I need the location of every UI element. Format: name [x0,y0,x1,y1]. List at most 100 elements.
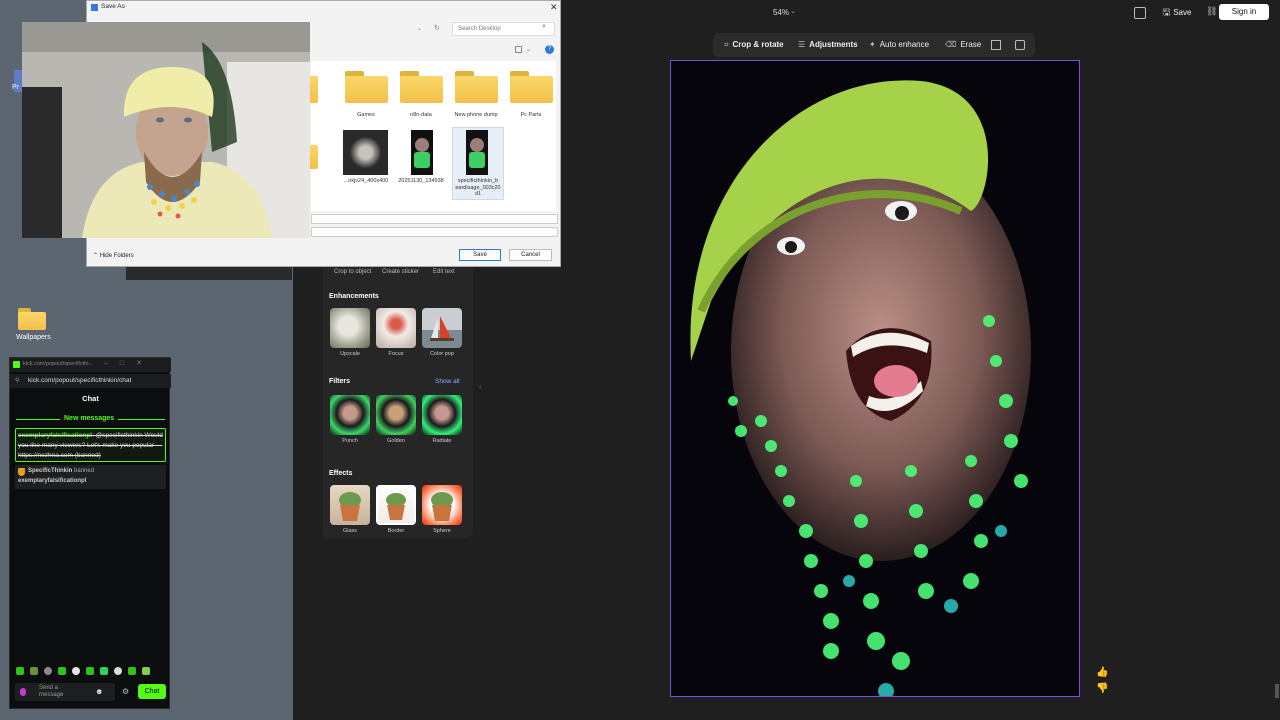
close-icon[interactable]: ✕ [550,2,558,13]
emote-icon[interactable] [114,667,122,675]
crop-to-object-label[interactable]: Crop to object [334,269,371,275]
thumbs-up-icon[interactable]: 👍 [1096,667,1108,678]
chevron-left-icon[interactable]: ‹ [479,382,482,391]
chevron-down-icon[interactable]: ⌄ [790,7,796,15]
focus-label: Focus [388,351,404,357]
file-item-label[interactable]: 20251130_134938 [393,178,449,185]
effect-border-thumb[interactable] [376,485,416,525]
chat-header: Chat [82,394,99,403]
emote-icon[interactable] [44,667,52,675]
folder-icon[interactable] [400,71,443,103]
window-controls[interactable]: –□✕ [104,359,154,367]
chat-window-title: kick.com/popout/specificthi... [23,361,94,367]
zoom-level[interactable]: 54% [773,8,789,17]
emote-icon[interactable] [30,667,38,675]
background-tool-icon[interactable] [991,40,1001,50]
chat-message[interactable]: exemplaryfalsificationpl: @specificthink… [18,431,164,461]
plant-image [386,493,406,520]
crop-rotate-tool[interactable]: ⌗ Crop & rotate [724,33,784,57]
save-button[interactable]: 🖫 Save [1157,4,1197,21]
file-item-label[interactable]: ...nkjv24_400x400 [338,178,394,185]
enhancements-title: Enhancements [329,293,379,300]
emote-icon[interactable] [86,667,94,675]
microphone-icon[interactable] [20,688,26,696]
scroll-handle[interactable] [1275,684,1279,698]
emote-icon[interactable] [16,667,24,675]
filter-radiate-thumb[interactable] [422,395,462,435]
markup-tool-icon[interactable] [1015,40,1025,50]
hide-folders-toggle[interactable]: ⌃ Hide Folders [93,252,134,259]
emoji-picker-icon[interactable]: ☻ [95,687,103,696]
erase-label: Erase [960,40,982,49]
moderator-shield-icon [18,468,25,476]
emote-icon[interactable] [128,667,136,675]
upscale-label: Upscale [340,351,360,357]
kick-logo-icon [13,361,20,368]
edit-toolbar: ⌗ Crop & rotate ☰ Adjustments ✦ Auto enhanc… [713,33,1035,57]
save-as-type-field[interactable] [311,227,558,237]
emote-icon[interactable] [72,667,80,675]
image-thumbnail[interactable] [466,130,488,175]
site-info-icon[interactable]: ⚲ [15,377,19,384]
file-item-label[interactable]: Games [338,112,394,119]
sign-in-label: Sign in [1231,7,1257,16]
dialog-cancel-button[interactable]: Cancel [509,249,552,261]
banned-user[interactable]: exemplaryfalsificationpl [18,478,86,484]
file-name-field[interactable] [311,214,558,224]
adjustments-tool[interactable]: ☰ Adjustments [798,33,858,57]
file-item-label[interactable]: New phone dump [448,112,504,119]
folder-icon[interactable] [345,71,388,103]
image-thumbnail[interactable] [343,130,388,175]
filter-golden-thumb[interactable] [376,395,416,435]
file-item-label[interactable]: specificthinkin_b eardisage_003c20 d1 [453,178,503,198]
enhancement-upscale-thumb[interactable] [330,308,370,348]
show-all-filters-link[interactable]: Show all [435,378,460,385]
sign-in-button[interactable]: Sign in [1219,4,1269,20]
emote-icon[interactable] [142,667,150,675]
kick-chat-popout: kick.com/popout/specificthi... –□✕ ⚲ kic… [9,357,171,709]
emote-bar [15,667,165,677]
send-chat-button[interactable]: Chat [138,684,166,699]
folder-icon[interactable] [510,71,553,103]
radiate-label: Radiate [432,438,452,444]
wallpapers-folder-icon[interactable] [18,308,46,330]
ban-actor[interactable]: SpecificThinkin [28,468,72,474]
erase-tool[interactable]: ⌫ Erase [945,33,981,57]
photo-canvas[interactable] [670,60,1080,697]
desktop-app-icon-label: Pr [12,84,19,91]
emote-icon[interactable] [58,667,66,675]
file-list: ...ch Inc Games n8n-data New phone dump … [291,61,559,211]
new-messages-label[interactable]: New messages [60,415,119,422]
chevron-down-icon[interactable]: ⌄ [526,46,531,53]
emote-icon[interactable] [100,667,108,675]
enhancement-focus-thumb[interactable] [376,308,416,348]
image-thumbnail[interactable] [411,130,433,175]
adjustments-label: Adjustments [809,40,858,49]
chat-url[interactable]: kick.com/popout/specificthinkin/chat [28,377,131,384]
background-window-edge [126,267,292,280]
panel-toggle-icon[interactable] [1134,7,1146,19]
search-desktop-input[interactable]: Search Desktop [452,22,555,36]
file-item-label[interactable]: Pc Parts [503,112,559,119]
chat-message-username[interactable]: exemplaryfalsificationpl [18,432,92,439]
thumbs-down-icon[interactable]: 👎 [1096,683,1108,694]
enhancement-colorpop-thumb[interactable] [422,308,462,348]
refresh-icon[interactable]: ↻ [434,24,440,32]
share-link-icon[interactable]: ⛓ [1206,6,1217,17]
dialog-save-button[interactable]: Save [459,249,501,261]
effect-sphere-thumb[interactable] [422,485,462,525]
effects-title: Effects [329,470,353,477]
folder-icon[interactable] [455,71,498,103]
file-item-label[interactable]: n8n-data [393,112,449,119]
chevron-down-icon[interactable]: ⌄ [417,25,422,32]
help-icon[interactable]: ? [545,45,554,54]
auto-enhance-tool[interactable]: ✦ Auto enhance [869,33,929,57]
create-sticker-label[interactable]: Create sticker [382,269,419,275]
filter-punch-thumb[interactable] [330,395,370,435]
wallpapers-folder-label: Wallpapers [16,334,51,341]
view-options-icon[interactable] [515,46,522,53]
gear-icon[interactable]: ⚙ [122,687,129,696]
search-icon: ⌕ [542,23,546,30]
effect-glass-thumb[interactable] [330,485,370,525]
edit-text-label[interactable]: Edit text [433,269,455,275]
